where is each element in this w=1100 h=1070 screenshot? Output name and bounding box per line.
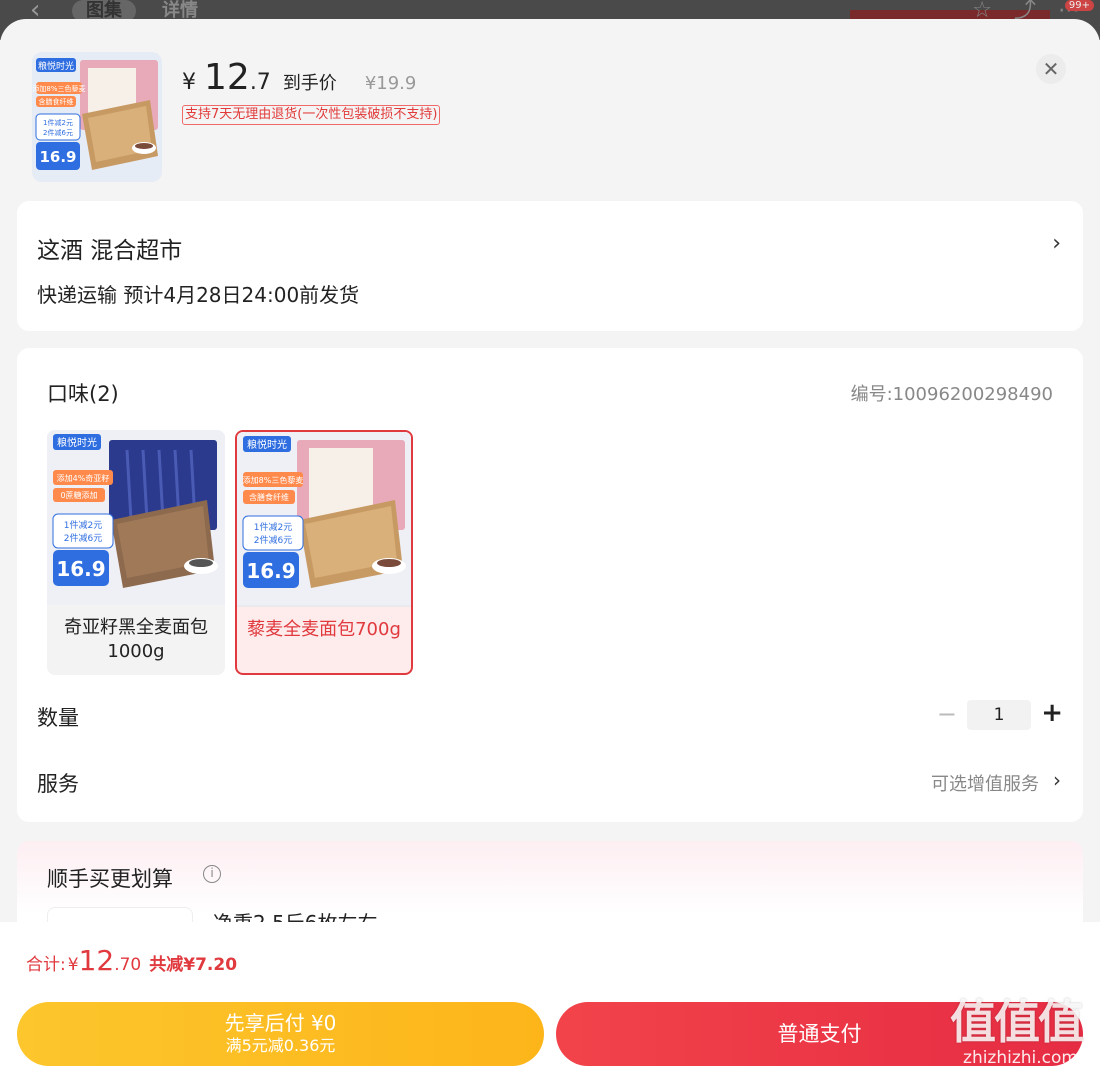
sku-tag1: 添加4%奇亚籽 bbox=[57, 473, 110, 483]
pay-later-button[interactable]: 先享后付 ¥0 满5元减0.36元 bbox=[17, 1002, 544, 1066]
sku-label: 奇亚籽黑全麦面包1000g bbox=[64, 617, 208, 662]
shop-shipping-card[interactable]: 这酒 混合超市 快递运输 预计4月28日24:00前发货 › bbox=[17, 201, 1083, 331]
thumb-promo2: 2件减6元 bbox=[43, 128, 73, 137]
sku-promo2: 2件减6元 bbox=[64, 532, 102, 544]
flavor-title: 口味(2) bbox=[47, 382, 119, 406]
quantity-increase-button[interactable]: + bbox=[1041, 698, 1063, 728]
product-thumbnail: 粮悦时光 添加8%三色藜麦 含膳食纤维 1件减2元 2件减6元 16.9 bbox=[32, 52, 162, 182]
sku-option-chia[interactable]: 粮悦时光 添加4%奇亚籽 0蔗糖添加 1件减2元 2件减6元 16.9 奇亚籽黑… bbox=[47, 430, 225, 675]
sku-promo1: 1件减2元 bbox=[64, 519, 102, 531]
thumb-promo1: 1件减2元 bbox=[43, 118, 73, 127]
pay-later-label: 先享后付 ¥0 bbox=[224, 1011, 337, 1035]
price-integer: 12 bbox=[204, 57, 250, 98]
upsell-title: 顺手买更划算 bbox=[47, 867, 173, 891]
final-price-tag: 到手价 bbox=[282, 73, 337, 94]
quantity-label: 数量 bbox=[37, 706, 79, 730]
close-icon: ✕ bbox=[1042, 57, 1060, 81]
sku-price-badge: 16.9 bbox=[56, 557, 105, 581]
sku-selection-sheet: 粮悦时光 添加8%三色藜麦 含膳食纤维 1件减2元 2件减6元 16.9 ¥ 1… bbox=[0, 19, 1100, 1070]
chevron-right-icon[interactable]: › bbox=[1053, 768, 1061, 792]
sku-image: 粮悦时光 添加4%奇亚籽 0蔗糖添加 1件减2元 2件减6元 16.9 bbox=[47, 430, 225, 605]
total-row: 合计: ¥ 12 .70 共减¥7.20 bbox=[26, 944, 237, 977]
site-watermark: 值值值 zhizhizhi.com bbox=[942, 986, 1092, 1068]
sku-brand: 粮悦时光 bbox=[57, 436, 97, 449]
thumb-brand: 粮悦时光 bbox=[38, 60, 74, 72]
pay-later-discount: 满5元减0.36元 bbox=[225, 1036, 336, 1055]
sku-tag1: 添加8%三色藜麦 bbox=[243, 475, 304, 485]
shop-name: 这酒 混合超市 bbox=[37, 238, 183, 264]
quantity-input[interactable]: 1 bbox=[967, 700, 1031, 730]
total-integer: 12 bbox=[78, 944, 115, 977]
original-price: ¥19.9 bbox=[364, 73, 417, 94]
sku-number: 编号:10096200298490 bbox=[850, 384, 1053, 405]
thumb-tag1: 添加8%三色藜麦 bbox=[32, 84, 85, 93]
price-symbol: ¥ bbox=[182, 70, 196, 95]
price-decimal: .7 bbox=[249, 70, 271, 95]
price-row: ¥ 12 .7 到手价 ¥19.9 bbox=[182, 57, 416, 98]
chevron-right-icon: › bbox=[1052, 231, 1061, 256]
sku-tag2: 0蔗糖添加 bbox=[60, 490, 97, 500]
thumb-tag2: 含膳食纤维 bbox=[39, 97, 74, 106]
sku-tag2: 含膳食纤维 bbox=[249, 492, 289, 502]
message-badge: 99+ bbox=[1064, 0, 1094, 11]
checkout-footer: 合计: ¥ 12 .70 共减¥7.20 先享后付 ¥0 满5元减0.36元 普… bbox=[0, 922, 1100, 1070]
return-policy-tag: 支持7天无理由退货(一次性包装破损不支持) bbox=[182, 105, 441, 125]
sku-brand: 粮悦时光 bbox=[247, 438, 287, 451]
total-symbol: ¥ bbox=[67, 955, 79, 975]
sku-promo1: 1件减2元 bbox=[254, 521, 292, 533]
sku-option-quinoa[interactable]: 粮悦时光 添加8%三色藜麦 含膳食纤维 1件减2元 2件减6元 16.9 藜麦全… bbox=[235, 430, 413, 675]
watermark-logo: 值值值 bbox=[950, 995, 1084, 1049]
service-value[interactable]: 可选增值服务 bbox=[931, 770, 1039, 796]
sku-label: 藜麦全麦面包700g bbox=[247, 619, 401, 640]
shipping-estimate: 快递运输 预计4月28日24:00前发货 bbox=[37, 283, 360, 307]
total-decimal: .70 bbox=[114, 955, 142, 975]
sku-promo2: 2件减6元 bbox=[254, 534, 292, 546]
sku-image: 粮悦时光 添加8%三色藜麦 含膳食纤维 1件减2元 2件减6元 16.9 bbox=[237, 432, 411, 607]
thumb-price-badge: 16.9 bbox=[39, 148, 76, 166]
total-saving: 共减¥7.20 bbox=[149, 955, 238, 975]
close-button[interactable]: ✕ bbox=[1036, 54, 1066, 84]
info-icon[interactable]: i bbox=[203, 865, 221, 883]
service-label: 服务 bbox=[37, 772, 79, 796]
quantity-decrease-button[interactable]: − bbox=[937, 700, 957, 728]
watermark-url: zhizhizhi.com bbox=[963, 1048, 1078, 1068]
total-label: 合计: bbox=[26, 955, 66, 975]
sku-price-badge: 16.9 bbox=[246, 559, 295, 583]
options-card: 口味(2) 编号:10096200298490 粮悦时光 添加4%奇亚籽 0蔗糖… bbox=[17, 348, 1083, 822]
